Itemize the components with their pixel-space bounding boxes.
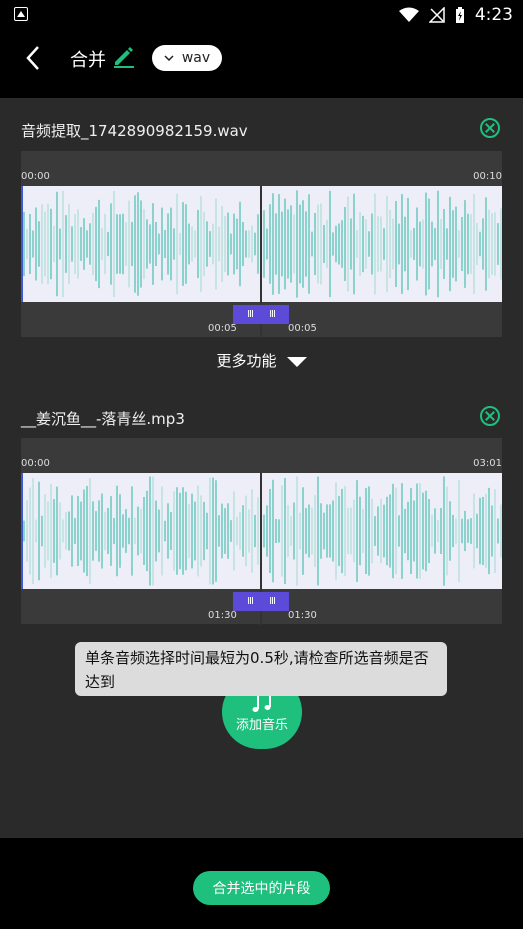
selection-start-time: 01:30	[208, 610, 237, 621]
more-functions-toggle[interactable]: 更多功能	[0, 350, 523, 371]
chevron-down-icon	[164, 55, 174, 61]
remove-file-icon[interactable]	[480, 118, 500, 138]
waveform-track[interactable]: 00:00 00:10 III III 00:05 00:05	[21, 151, 502, 338]
page-title: 合并	[70, 50, 106, 71]
merge-selected-button[interactable]: 合并选中的片段	[193, 871, 330, 905]
toast-message: 单条音频选择时间最短为0.5秒,请检查所选音频是否达到	[75, 642, 447, 696]
grip-icon: III	[247, 596, 254, 607]
selection-start-time: 00:05	[208, 323, 237, 334]
clock: 4:23	[474, 5, 513, 25]
more-functions-label: 更多功能	[216, 352, 277, 370]
top-bar: 合并 wav	[0, 30, 523, 98]
end-time: 03:01	[473, 458, 502, 469]
waveform-track[interactable]: 00:00 03:01 III III 01:30 01:30	[21, 438, 502, 625]
add-music-label: 添加音乐	[235, 717, 288, 733]
wifi-icon	[398, 7, 419, 22]
left-trim-marker[interactable]	[21, 473, 23, 589]
format-label: wav	[181, 50, 211, 66]
bottom-bar: 合并选中的片段	[0, 838, 523, 929]
no-signal-icon	[428, 7, 445, 23]
notification-icon	[14, 7, 28, 21]
selection-end-time: 00:05	[288, 323, 317, 334]
end-time: 00:10	[473, 171, 502, 182]
remove-file-icon[interactable]	[480, 406, 500, 426]
start-time: 00:00	[21, 171, 50, 182]
back-arrow-icon[interactable]	[22, 44, 46, 72]
grip-icon: III	[269, 596, 276, 607]
file-name: 音频提取_1742890982159.wav	[21, 122, 248, 140]
battery-icon	[455, 6, 464, 23]
selection-handle[interactable]: III III	[233, 592, 289, 611]
triangle-down-icon	[286, 356, 307, 367]
selection-end-time: 01:30	[288, 610, 317, 621]
left-trim-marker[interactable]	[21, 186, 23, 302]
selection-handle[interactable]: III III	[233, 305, 289, 324]
format-dropdown[interactable]: wav	[152, 45, 222, 71]
grip-icon: III	[269, 309, 276, 320]
file-name: __姜沉鱼__-落青丝.mp3	[21, 410, 185, 428]
status-bar: 4:23	[0, 0, 523, 30]
edit-pencil-icon[interactable]	[112, 44, 136, 68]
start-time: 00:00	[21, 458, 50, 469]
grip-icon: III	[247, 309, 254, 320]
